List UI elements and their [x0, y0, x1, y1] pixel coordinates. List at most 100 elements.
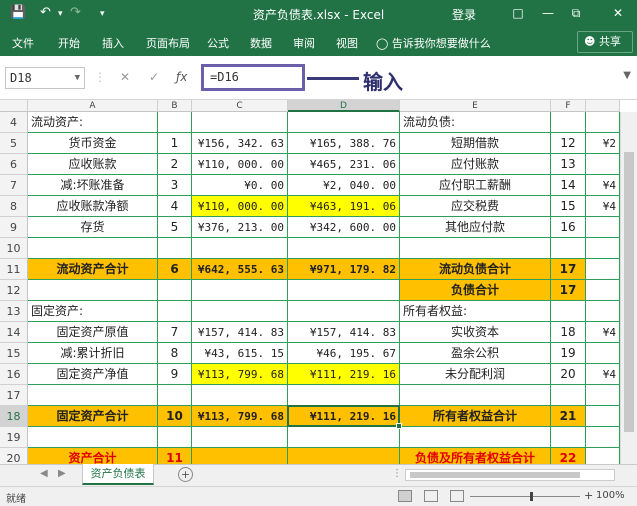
- cell-d15[interactable]: ¥46, 195. 67: [288, 343, 400, 364]
- cell-c17[interactable]: [192, 385, 288, 406]
- cell-c20[interactable]: [192, 448, 288, 464]
- chevron-down-icon[interactable]: ▼: [75, 68, 80, 88]
- cell-c18[interactable]: ¥113, 799. 68: [192, 406, 288, 427]
- cell-b10[interactable]: [158, 238, 192, 259]
- tab-home[interactable]: 开始: [58, 35, 80, 51]
- cell-g17[interactable]: [586, 385, 620, 406]
- cell-e15[interactable]: 盈余公积: [400, 343, 551, 364]
- cell-d16[interactable]: ¥111, 219. 16: [288, 364, 400, 385]
- cell-a8[interactable]: 应收账款净额: [28, 196, 158, 217]
- normal-view-icon[interactable]: [398, 490, 412, 502]
- tab-page-layout[interactable]: 页面布局: [146, 35, 190, 51]
- row-header-6[interactable]: 6: [0, 154, 28, 175]
- cell-g13[interactable]: [586, 301, 620, 322]
- cell-e16[interactable]: 未分配利润: [400, 364, 551, 385]
- column-header-g[interactable]: [586, 100, 620, 112]
- cell-c12[interactable]: [192, 280, 288, 301]
- cell-g9[interactable]: [586, 217, 620, 238]
- cell-e19[interactable]: [400, 427, 551, 448]
- login-link[interactable]: 登录: [452, 6, 476, 23]
- row-header-18[interactable]: 18: [0, 406, 28, 427]
- cell-b4[interactable]: [158, 112, 192, 133]
- column-header-c[interactable]: C: [192, 100, 288, 112]
- tab-formulas[interactable]: 公式: [207, 35, 229, 51]
- cell-b13[interactable]: [158, 301, 192, 322]
- cell-c8[interactable]: ¥110, 000. 00: [192, 196, 288, 217]
- cell-e9[interactable]: 其他应付款: [400, 217, 551, 238]
- cell-b18[interactable]: 10: [158, 406, 192, 427]
- cell-b8[interactable]: 4: [158, 196, 192, 217]
- cell-g6[interactable]: [586, 154, 620, 175]
- cell-e5[interactable]: 短期借款: [400, 133, 551, 154]
- cell-f19[interactable]: [551, 427, 586, 448]
- cell-c9[interactable]: ¥376, 213. 00: [192, 217, 288, 238]
- tell-me-box[interactable]: ◯ 告诉我你想要做什么: [376, 35, 491, 51]
- cell-g19[interactable]: [586, 427, 620, 448]
- cell-e13[interactable]: 所有者权益:: [400, 301, 551, 322]
- cell-g12[interactable]: [586, 280, 620, 301]
- cell-b7[interactable]: 3: [158, 175, 192, 196]
- confirm-icon[interactable]: ✓: [149, 70, 159, 84]
- cell-b11[interactable]: 6: [158, 259, 192, 280]
- tab-file[interactable]: 文件: [12, 35, 34, 51]
- cell-e12[interactable]: 负债合计: [400, 280, 551, 301]
- cell-f17[interactable]: [551, 385, 586, 406]
- cell-f10[interactable]: [551, 238, 586, 259]
- column-header-a[interactable]: A: [28, 100, 158, 112]
- cell-c19[interactable]: [192, 427, 288, 448]
- cell-a20[interactable]: 资产合计: [28, 448, 158, 464]
- cell-d4[interactable]: [288, 112, 400, 133]
- cell-a15[interactable]: 减:累计折旧: [28, 343, 158, 364]
- cell-e4[interactable]: 流动负债:: [400, 112, 551, 133]
- select-all-corner[interactable]: [0, 100, 28, 112]
- spreadsheet-grid[interactable]: A B C D E F 4 流动资产: 流动负债: 5 货币资金 1 ¥156, 342. 63 ¥165…: [0, 100, 637, 464]
- cell-g18[interactable]: [586, 406, 620, 427]
- cell-d10[interactable]: [288, 238, 400, 259]
- zoom-in-icon[interactable]: +: [584, 489, 593, 502]
- cell-f4[interactable]: [551, 112, 586, 133]
- fill-handle[interactable]: [396, 423, 402, 429]
- cell-g4[interactable]: [586, 112, 620, 133]
- tab-insert[interactable]: 插入: [102, 35, 124, 51]
- row-header-4[interactable]: 4: [0, 112, 28, 133]
- cell-b12[interactable]: [158, 280, 192, 301]
- scrollbar-thumb[interactable]: [410, 472, 580, 478]
- cell-f7[interactable]: 14: [551, 175, 586, 196]
- cell-d20[interactable]: [288, 448, 400, 464]
- cell-g20[interactable]: [586, 448, 620, 464]
- cell-d11[interactable]: ¥971, 179. 82: [288, 259, 400, 280]
- cell-a12[interactable]: [28, 280, 158, 301]
- cell-a18[interactable]: 固定资产合计: [28, 406, 158, 427]
- cell-d5[interactable]: ¥165, 388. 76: [288, 133, 400, 154]
- cell-c5[interactable]: ¥156, 342. 63: [192, 133, 288, 154]
- row-header-9[interactable]: 9: [0, 217, 28, 238]
- prev-sheet-icon[interactable]: ◀: [40, 468, 48, 479]
- sheet-tab[interactable]: 资产负债表: [82, 464, 154, 485]
- cell-d6[interactable]: ¥465, 231. 06: [288, 154, 400, 175]
- formula-input[interactable]: =D16: [201, 64, 305, 91]
- cell-c10[interactable]: [192, 238, 288, 259]
- cell-a7[interactable]: 减:坏账准备: [28, 175, 158, 196]
- cell-c6[interactable]: ¥110, 000. 00: [192, 154, 288, 175]
- cell-g7[interactable]: ¥4: [586, 175, 620, 196]
- page-break-view-icon[interactable]: [450, 490, 464, 502]
- cell-f12[interactable]: 17: [551, 280, 586, 301]
- cell-f16[interactable]: 20: [551, 364, 586, 385]
- tab-data[interactable]: 数据: [250, 35, 272, 51]
- cell-a11[interactable]: 流动资产合计: [28, 259, 158, 280]
- name-box[interactable]: D18 ▼: [5, 67, 85, 89]
- cell-a6[interactable]: 应收账款: [28, 154, 158, 175]
- column-header-e[interactable]: E: [400, 100, 551, 112]
- insert-function-icon[interactable]: ƒx: [176, 70, 187, 84]
- cell-a5[interactable]: 货币资金: [28, 133, 158, 154]
- cell-a16[interactable]: 固定资产净值: [28, 364, 158, 385]
- row-header-11[interactable]: 11: [0, 259, 28, 280]
- row-header-17[interactable]: 17: [0, 385, 28, 406]
- cell-e10[interactable]: [400, 238, 551, 259]
- cell-c7[interactable]: ¥0. 00: [192, 175, 288, 196]
- cell-f20[interactable]: 22: [551, 448, 586, 464]
- column-header-d[interactable]: D: [288, 100, 400, 112]
- restore-icon[interactable]: ⧉: [566, 3, 586, 23]
- cell-c14[interactable]: ¥157, 414. 83: [192, 322, 288, 343]
- scrollbar-thumb[interactable]: [624, 152, 634, 432]
